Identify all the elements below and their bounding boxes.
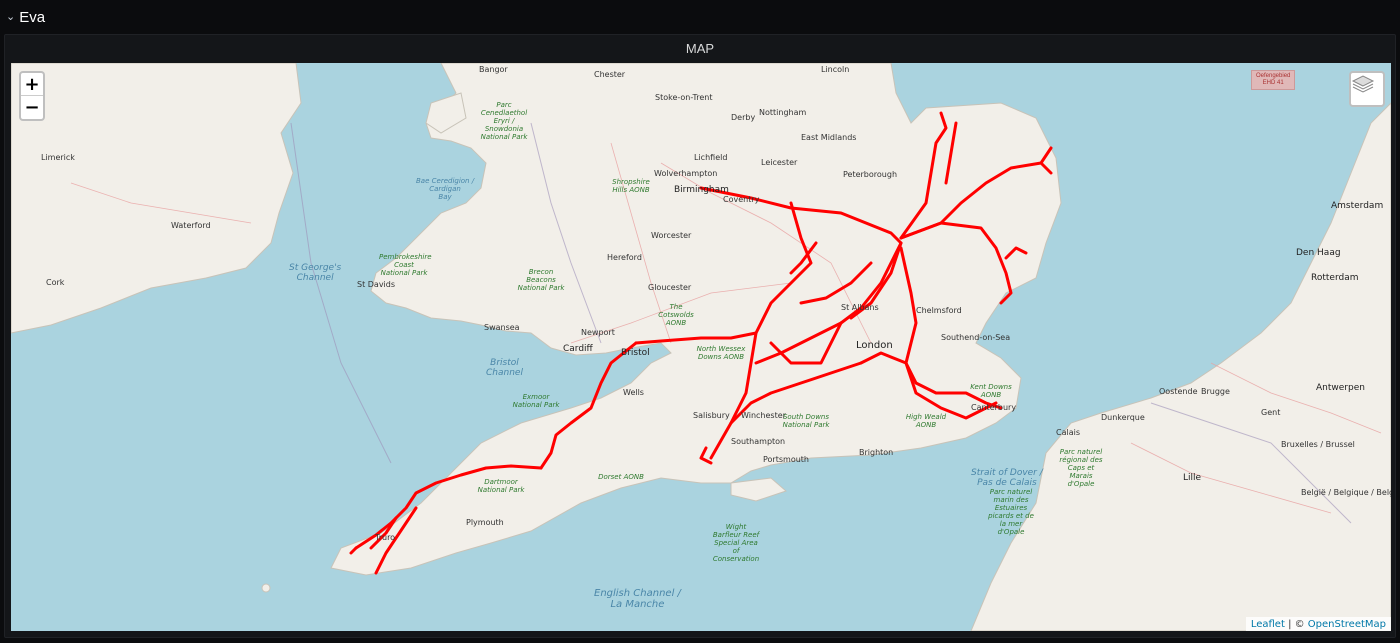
label-english-channel: English Channel / La Manche xyxy=(594,588,681,610)
label-exmoor: Exmoor National Park xyxy=(512,393,560,409)
label-plymouth: Plymouth xyxy=(466,518,504,527)
label-belgie: België / Belgique / Belgien xyxy=(1301,488,1391,497)
label-south-downs: South Downs National Park xyxy=(782,413,830,429)
map-attribution: Leaflet | © OpenStreetMap xyxy=(1245,617,1391,631)
label-high-weald: High Weald AONB xyxy=(905,413,947,429)
label-worcester: Worcester xyxy=(651,231,692,240)
map-panel: MAP Limerick Waterford Cork Bangor Chest… xyxy=(4,34,1396,638)
label-snowdonia: Parc Cenedlaethol Eryri / Snowdonia Nati… xyxy=(480,101,528,141)
label-london: London xyxy=(856,340,893,351)
training-area-badge: Oefengebied EHD 41 xyxy=(1251,70,1296,90)
land-ireland xyxy=(11,63,302,334)
label-north-wessex: North Wessex Downs AONB xyxy=(696,345,746,361)
attribution-separator: | © xyxy=(1284,618,1308,630)
label-bruxelles: Bruxelles / Brussel xyxy=(1281,440,1355,449)
layers-button[interactable] xyxy=(1349,71,1385,107)
label-canterbury: Canterbury xyxy=(971,403,1017,412)
label-brugge: Brugge xyxy=(1201,387,1230,396)
layers-icon xyxy=(1351,75,1375,93)
label-gloucester: Gloucester xyxy=(648,283,692,292)
label-lincoln: Lincoln xyxy=(821,65,850,74)
label-wight-reef: Wight Barfleur Reef Special Area of Cons… xyxy=(712,523,760,563)
label-bangor: Bangor xyxy=(479,65,508,74)
label-nottingham: Nottingham xyxy=(759,108,807,117)
label-truro: Truro xyxy=(375,533,396,542)
label-calais: Calais xyxy=(1056,428,1081,437)
leaflet-link[interactable]: Leaflet xyxy=(1251,619,1285,630)
label-dorset: Dorset AONB xyxy=(598,473,644,481)
label-hereford: Hereford xyxy=(607,253,642,262)
label-st-davids: St Davids xyxy=(357,280,396,289)
label-wolverhampton: Wolverhampton xyxy=(654,169,718,178)
zoom-out-button[interactable]: − xyxy=(21,96,43,119)
label-kent-downs: Kent Downs AONB xyxy=(970,383,1012,399)
label-east-midlands: East Midlands xyxy=(801,133,857,142)
label-cardigan-bay: Bae Ceredigion / Cardigan Bay xyxy=(416,177,475,201)
label-caps-marais: Parc naturel régional des Caps et Marais… xyxy=(1059,448,1103,488)
label-bristol-channel: Bristol Channel xyxy=(486,358,523,378)
label-antwerpen: Antwerpen xyxy=(1316,383,1365,393)
label-waterford: Waterford xyxy=(171,221,211,230)
label-pembrokeshire: Pembrokeshire Coast National Park xyxy=(379,253,432,277)
label-lichfield: Lichfield xyxy=(694,153,728,162)
label-peterborough: Peterborough xyxy=(843,170,898,179)
label-brecon: Brecon Beacons National Park xyxy=(517,268,565,292)
leaflet-map[interactable]: Limerick Waterford Cork Bangor Chester S… xyxy=(11,63,1391,631)
label-salisbury: Salisbury xyxy=(693,411,730,420)
label-bristol: Bristol xyxy=(621,348,650,358)
label-portsmouth: Portsmouth xyxy=(763,455,809,464)
land-scilly xyxy=(261,583,271,593)
label-cardiff: Cardiff xyxy=(563,344,593,354)
osm-link[interactable]: OpenStreetMap xyxy=(1308,619,1386,630)
label-cotswolds: The Cotswolds AONB xyxy=(658,303,694,327)
label-lille: Lille xyxy=(1183,473,1202,483)
label-brighton: Brighton xyxy=(859,448,894,457)
label-winchester: Winchester xyxy=(741,411,786,420)
label-rotterdam: Rotterdam xyxy=(1311,273,1359,283)
label-newport: Newport xyxy=(581,328,615,337)
label-coventry: Coventry xyxy=(723,195,760,204)
label-strait-of-dover: Strait of Dover / Pas de Calais xyxy=(971,468,1043,488)
label-limerick: Limerick xyxy=(41,153,75,162)
label-birmingham: Birmingham xyxy=(674,185,729,195)
label-southend: Southend-on-Sea xyxy=(941,333,1011,342)
label-st-georges-channel: St George's Channel xyxy=(289,263,342,283)
label-dunkerque: Dunkerque xyxy=(1101,413,1145,422)
label-swansea: Swansea xyxy=(484,323,520,332)
label-estuaires: Parc naturel marin des Estuaires picards… xyxy=(988,488,1034,536)
label-oostende: Oostende xyxy=(1159,387,1198,396)
land-isle-of-wight xyxy=(730,477,787,502)
label-chester: Chester xyxy=(594,70,626,79)
chevron-down-icon[interactable]: ⌄ xyxy=(6,10,15,23)
label-stoke: Stoke-on-Trent xyxy=(655,93,713,102)
dashboard-row-header[interactable]: ⌄ Eva xyxy=(0,0,1400,34)
label-southampton: Southampton xyxy=(731,437,786,446)
label-chelmsford: Chelmsford xyxy=(916,306,962,315)
label-gent: Gent xyxy=(1261,408,1281,417)
zoom-in-button[interactable]: + xyxy=(21,73,43,96)
label-dartmoor: Dartmoor National Park xyxy=(477,478,525,494)
panel-title[interactable]: MAP xyxy=(5,35,1395,61)
label-wells: Wells xyxy=(623,388,644,397)
row-title[interactable]: Eva xyxy=(19,9,45,26)
label-shropshire: Shropshire Hills AONB xyxy=(612,178,650,194)
label-leicester: Leicester xyxy=(761,158,798,167)
zoom-control: + − xyxy=(19,71,45,121)
label-amsterdam: Amsterdam xyxy=(1331,201,1384,211)
label-cork: Cork xyxy=(46,278,65,287)
label-st-albans: St Albans xyxy=(841,303,879,312)
label-derby: Derby xyxy=(731,113,756,122)
label-den-haag: Den Haag xyxy=(1296,248,1341,258)
